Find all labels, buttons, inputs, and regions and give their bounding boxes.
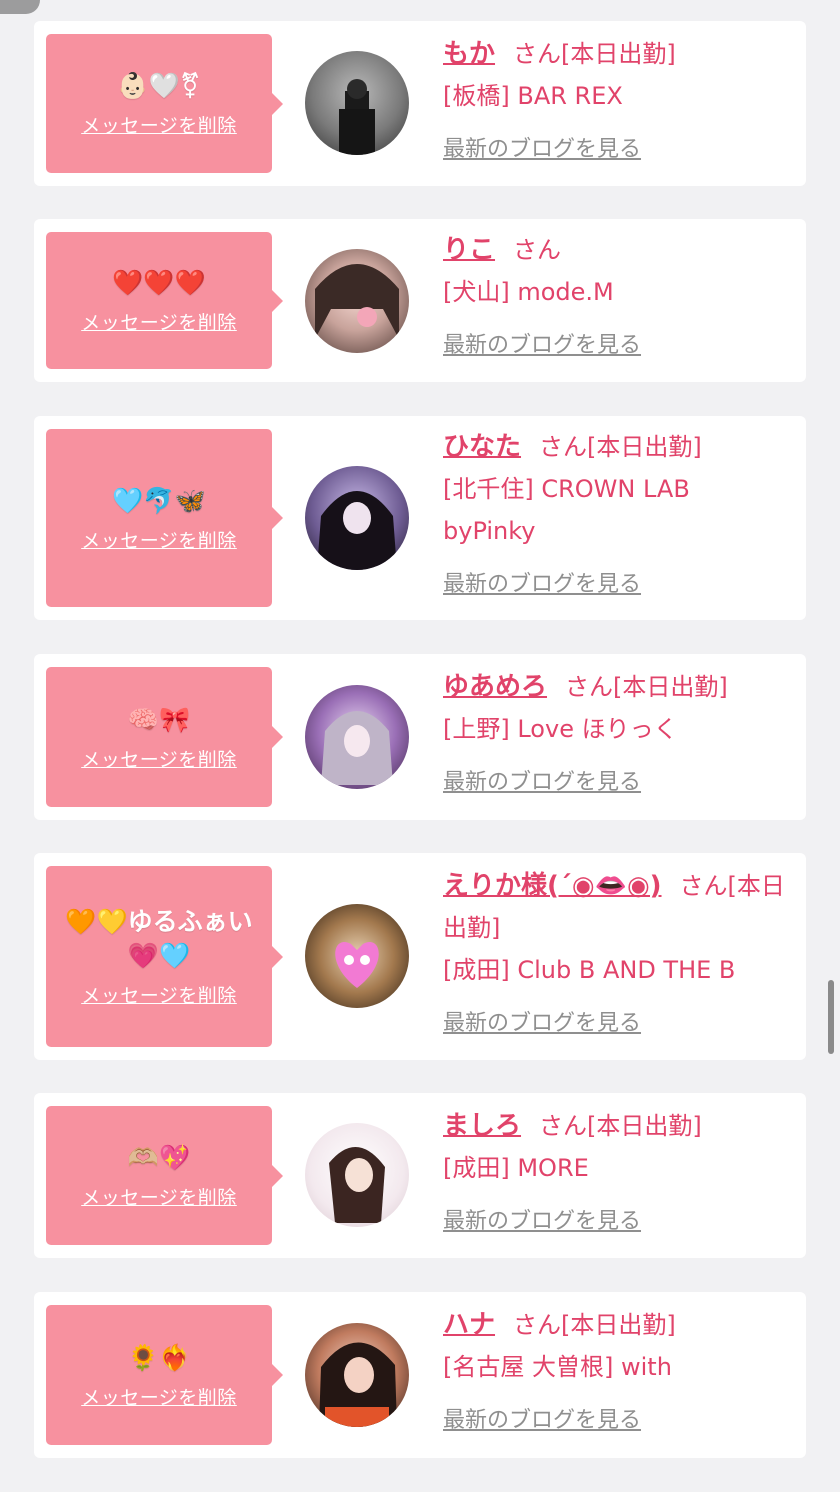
latest-blog-link[interactable]: 最新のブログを見る	[443, 1003, 641, 1045]
message-bubble: 🧡💛ゆるふぁい💗🩵 メッセージを削除	[46, 866, 283, 1047]
latest-blog-link[interactable]: 最新のブログを見る	[443, 1400, 641, 1442]
message-text: 🩵🐬🦋	[112, 485, 206, 515]
latest-blog-link[interactable]: 最新のブログを見る	[443, 325, 641, 367]
message-bubble: 🫶🏼💖 メッセージを削除	[46, 1106, 283, 1245]
message-text: 🌻❤️‍🔥	[127, 1342, 191, 1372]
message-bubble: 🌻❤️‍🔥 メッセージを削除	[46, 1305, 283, 1445]
latest-blog-link[interactable]: 最新のブログを見る	[443, 1201, 641, 1243]
avatar[interactable]	[305, 51, 409, 155]
delete-message-link[interactable]: メッセージを削除	[81, 1383, 237, 1410]
entry-info: ハナ さん[本日出勤] [名古屋 大曽根] with 最新のブログを見る	[443, 1304, 786, 1442]
avatar[interactable]	[305, 466, 409, 570]
avatar[interactable]	[305, 1123, 409, 1227]
list-item: 🧡💛ゆるふぁい💗🩵 メッセージを削除 えりか様(´◉👄◉) さん[本日出勤] [成…	[34, 853, 806, 1060]
list-item: ❤️❤️❤️ メッセージを削除 りこ さん [犬山] mode.M 最新のブログを…	[34, 219, 806, 382]
message-text: ❤️❤️❤️	[112, 268, 206, 297]
latest-blog-link[interactable]: 最新のブログを見る	[443, 762, 641, 804]
name-suffix: さん[本日出勤]	[539, 433, 702, 461]
entry-info: ひなた さん[本日出勤] [北千住] CROWN LAB byPinky 最新のブ…	[443, 426, 786, 606]
delete-message-link[interactable]: メッセージを削除	[81, 745, 237, 772]
cast-name-link[interactable]: もか	[443, 39, 495, 69]
cast-name-link[interactable]: りこ	[443, 235, 495, 265]
avatar[interactable]	[305, 685, 409, 789]
message-text: 🧠🎀	[127, 704, 191, 734]
list-item: 🫶🏼💖 メッセージを削除 ましろ さん[本日出勤] [成田] MORE 最新のブロ…	[34, 1093, 806, 1258]
name-suffix: さん[本日出勤]	[565, 673, 728, 701]
delete-message-link[interactable]: メッセージを削除	[81, 111, 237, 138]
shop-label: [成田] MORE	[443, 1154, 589, 1182]
latest-blog-link[interactable]: 最新のブログを見る	[443, 564, 641, 606]
list-item: 🌻❤️‍🔥 メッセージを削除 ハナ さん[本日出勤] [名古屋 大曽根] with…	[34, 1292, 806, 1458]
entry-info: ましろ さん[本日出勤] [成田] MORE 最新のブログを見る	[443, 1105, 786, 1243]
name-suffix: さん[本日出勤]	[513, 40, 676, 68]
avatar[interactable]	[305, 904, 409, 1008]
message-text: 🫶🏼💖	[127, 1143, 191, 1172]
delete-message-link[interactable]: メッセージを削除	[81, 308, 237, 335]
entry-info: りこ さん [犬山] mode.M 最新のブログを見る	[443, 229, 786, 367]
message-text: 🧡💛ゆるふぁい💗🩵	[65, 907, 253, 970]
message-bubble: 🧠🎀 メッセージを削除	[46, 667, 283, 807]
list-item: 👶🏻🤍⚧ メッセージを削除 もか さん[本日出勤] [板橋] BAR REX 最新…	[34, 21, 806, 186]
entry-info: もか さん[本日出勤] [板橋] BAR REX 最新のブログを見る	[443, 33, 786, 171]
list-item: 🩵🐬🦋 メッセージを削除 ひなた さん[本日出勤] [北千住] CROWN LAB…	[34, 416, 806, 620]
message-bubble: ❤️❤️❤️ メッセージを削除	[46, 232, 283, 369]
scrollbar[interactable]	[828, 980, 834, 1054]
cast-name-link[interactable]: ましろ	[443, 1111, 521, 1141]
delete-message-link[interactable]: メッセージを削除	[81, 526, 237, 553]
shop-label: [成田] Club B AND THE B	[443, 956, 736, 984]
entry-info: えりか様(´◉👄◉) さん[本日出勤] [成田] Club B AND THE B…	[443, 865, 786, 1045]
delete-message-link[interactable]: メッセージを削除	[81, 981, 237, 1008]
avatar[interactable]	[305, 249, 409, 353]
cast-name-link[interactable]: ゆあめろ	[443, 672, 547, 702]
cast-name-link[interactable]: えりか様(´◉👄◉)	[443, 871, 662, 901]
cast-name-link[interactable]: ハナ	[443, 1310, 495, 1340]
shop-label: [犬山] mode.M	[443, 278, 614, 306]
name-suffix: さん	[513, 236, 562, 264]
cast-name-link[interactable]: ひなた	[443, 432, 521, 462]
shop-label: [上野] Love ほりっく	[443, 715, 678, 743]
shop-label: [板橋] BAR REX	[443, 82, 623, 110]
name-suffix: さん[本日出勤]	[513, 1311, 676, 1339]
shop-label: [名古屋 大曽根] with	[443, 1353, 672, 1381]
latest-blog-link[interactable]: 最新のブログを見る	[443, 129, 641, 171]
delete-message-link[interactable]: メッセージを削除	[81, 1183, 237, 1210]
avatar[interactable]	[305, 1323, 409, 1427]
name-suffix: さん[本日出勤]	[539, 1112, 702, 1140]
list-item: 🧠🎀 メッセージを削除 ゆあめろ さん[本日出勤] [上野] Love ほりっく …	[34, 654, 806, 820]
message-bubble: 🩵🐬🦋 メッセージを削除	[46, 429, 283, 607]
status-corner	[0, 0, 40, 14]
message-bubble: 👶🏻🤍⚧ メッセージを削除	[46, 34, 283, 173]
shop-label: [北千住] CROWN LAB byPinky	[443, 475, 690, 545]
entry-info: ゆあめろ さん[本日出勤] [上野] Love ほりっく 最新のブログを見る	[443, 666, 786, 804]
message-text: 👶🏻🤍⚧	[117, 71, 201, 100]
